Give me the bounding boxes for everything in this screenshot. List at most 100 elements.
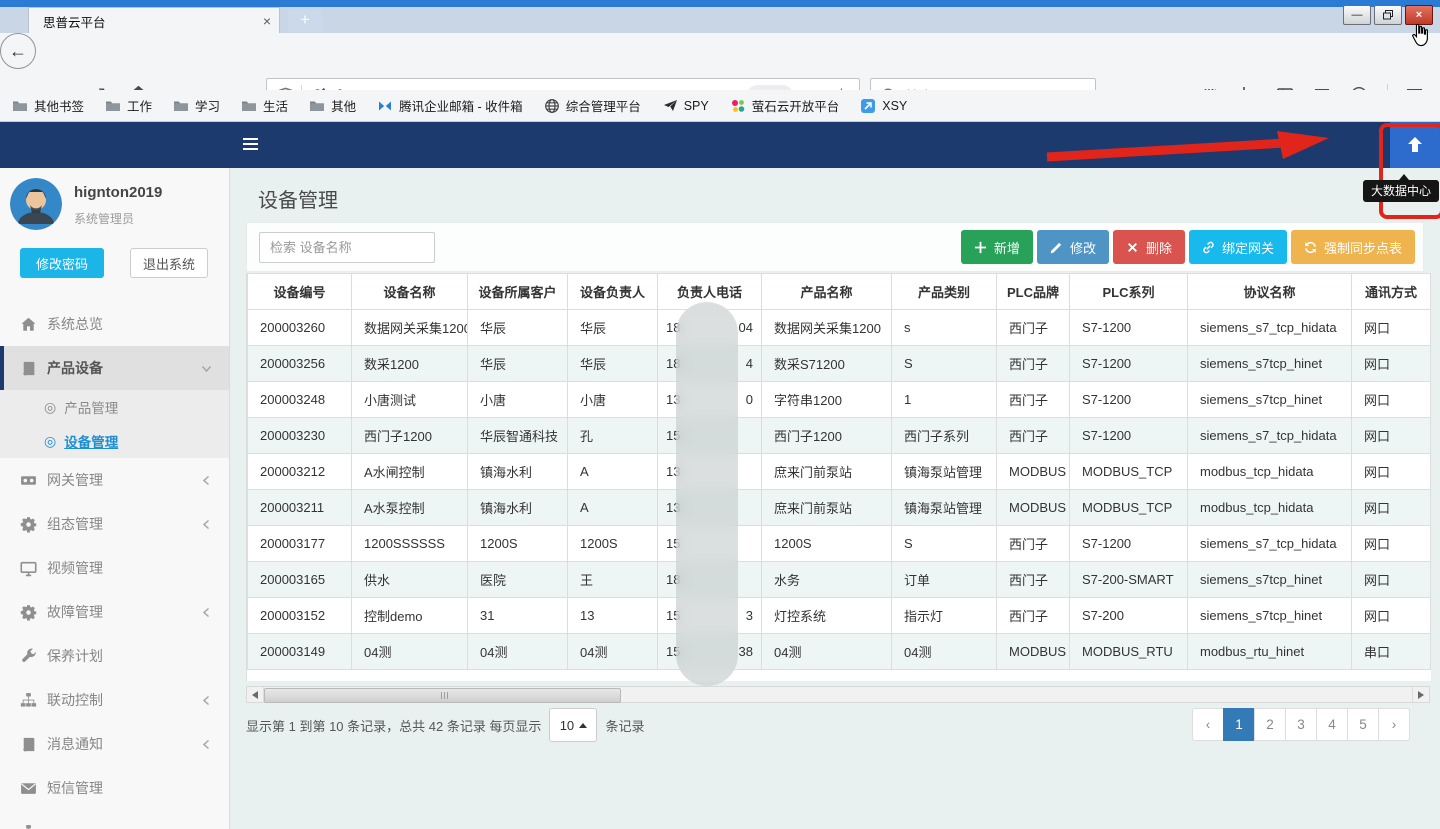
table-row[interactable]: 200003152控制demo3113153灯控系统指示灯西门子S7-200si…: [248, 598, 1431, 634]
page-button[interactable]: 1: [1223, 708, 1255, 741]
back-button[interactable]: ←: [0, 33, 36, 69]
bookmark-life[interactable]: 生活: [241, 96, 288, 115]
page-size-dropdown[interactable]: 10: [549, 708, 597, 742]
device-search-input[interactable]: [259, 232, 435, 263]
chevron-left-icon: [200, 694, 213, 707]
cell: 串口: [1352, 634, 1431, 670]
column-header[interactable]: 设备所属客户: [468, 274, 568, 310]
change-password-button[interactable]: 修改密码: [20, 248, 104, 278]
sidebar-item-product-device[interactable]: 产品设备: [0, 346, 229, 390]
browser-tab[interactable]: 思普云平台 ×: [28, 7, 280, 34]
column-header[interactable]: 产品类别: [892, 274, 997, 310]
new-tab-button[interactable]: +: [288, 10, 322, 32]
sidebar-item-message-notify[interactable]: 消息通知: [0, 722, 229, 766]
sidebar-item-video-management[interactable]: 视频管理: [0, 546, 229, 590]
folder-icon: [241, 98, 257, 114]
scrollbar-thumb[interactable]: [264, 688, 621, 703]
column-header[interactable]: 设备名称: [352, 274, 468, 310]
sidebar-item-linkage-control[interactable]: 联动控制: [0, 678, 229, 722]
column-header[interactable]: 设备编号: [248, 274, 352, 310]
table-row[interactable]: 200003256数采1200华辰华辰184数采S71200S西门子S7-120…: [248, 346, 1431, 382]
sidebar-item-product-management[interactable]: ◎产品管理: [0, 390, 229, 424]
button-label: 删除: [1146, 238, 1172, 257]
next-page-button[interactable]: ›: [1378, 708, 1410, 741]
bookmark-work[interactable]: 工作: [105, 96, 152, 115]
horizontal-scrollbar[interactable]: [246, 686, 1430, 703]
sidebar-item-maintenance-plan[interactable]: 保养计划: [0, 634, 229, 678]
table-row[interactable]: 200003211A水泵控制镇海水利A13庶来门前泵站镇海泵站管理MODBUSM…: [248, 490, 1431, 526]
cell: s: [892, 310, 997, 346]
sidebar-item-label: 组态管理: [47, 514, 103, 534]
cell: 网口: [1352, 418, 1431, 454]
cell: 网口: [1352, 382, 1431, 418]
prev-page-button[interactable]: ‹: [1192, 708, 1224, 741]
cell: 200003149: [248, 634, 352, 670]
table-row[interactable]: 200003260数据网关采集1200华辰华辰1804数据网关采集1200s西门…: [248, 310, 1431, 346]
logout-button[interactable]: 退出系统: [130, 248, 208, 278]
page-button[interactable]: 2: [1254, 708, 1286, 741]
bookmark-study[interactable]: 学习: [173, 96, 220, 115]
folder-icon: [309, 98, 325, 114]
user-avatar[interactable]: [10, 178, 62, 230]
bookmark-ezviz[interactable]: 萤石云开放平台: [730, 96, 840, 115]
page-button[interactable]: 5: [1347, 708, 1379, 741]
cell: 王: [568, 562, 658, 598]
column-header[interactable]: 设备负责人: [568, 274, 658, 310]
page-button[interactable]: 4: [1316, 708, 1348, 741]
cell: 网口: [1352, 598, 1431, 634]
table-row[interactable]: 20000314904测04测04测153804测04测MODBUSMODBUS…: [248, 634, 1431, 670]
scroll-left-arrow[interactable]: [247, 687, 264, 702]
bookmark-xsy[interactable]: XSY: [860, 98, 907, 114]
chevron-left-icon: [200, 518, 213, 531]
bookmark-spy[interactable]: SPY: [662, 98, 709, 114]
bookmark-misc[interactable]: 其他: [309, 96, 356, 115]
cell: A水泵控制: [352, 490, 468, 526]
plus-icon: [974, 241, 987, 254]
bookmark-mgmt-platform[interactable]: 综合管理平台: [544, 96, 641, 115]
cell: modbus_tcp_hidata: [1188, 454, 1352, 490]
page-button[interactable]: 3: [1285, 708, 1317, 741]
column-header[interactable]: 协议名称: [1188, 274, 1352, 310]
submenu: ◎产品管理◎设备管理: [0, 390, 229, 458]
table-row[interactable]: 200003212A水闸控制镇海水利A13庶来门前泵站镇海泵站管理MODBUSM…: [248, 454, 1431, 490]
cell: MODBUS_RTU: [1070, 634, 1188, 670]
sidebar-item-clipped[interactable]: [0, 810, 229, 829]
table-row[interactable]: 200003165供水医院王18水务订单西门子S7-200-SMARTsieme…: [248, 562, 1431, 598]
restore-icon: [1383, 10, 1393, 20]
sidebar-item-sms-management[interactable]: 短信管理: [0, 766, 229, 810]
bind-gateway-button[interactable]: 绑定网关: [1189, 230, 1287, 264]
bookmark-tencent-mail[interactable]: 腾讯企业邮箱 - 收件箱: [377, 96, 523, 115]
column-header[interactable]: PLC品牌: [997, 274, 1070, 310]
tab-close-icon[interactable]: ×: [255, 13, 279, 29]
action-buttons: 新增修改 删除 绑定网关强制同步点表: [961, 230, 1415, 264]
cell: 西门子系列: [892, 418, 997, 454]
column-header[interactable]: 通讯方式: [1352, 274, 1431, 310]
delete-button[interactable]: 删除: [1113, 230, 1185, 264]
button-label: 绑定网关: [1222, 238, 1274, 257]
edit-button[interactable]: 修改: [1037, 230, 1109, 264]
bookmark-label: 其他: [331, 96, 356, 115]
table-row[interactable]: 200003230西门子1200华辰智通科技孔15西门子1200西门子系列西门子…: [248, 418, 1431, 454]
minimize-button[interactable]: —: [1343, 5, 1371, 25]
cell: 镇海水利: [468, 454, 568, 490]
sidebar-item-system-overview[interactable]: 系统总览: [0, 302, 229, 346]
scroll-right-arrow[interactable]: [1412, 687, 1429, 702]
book-icon: [20, 736, 37, 753]
sidebar-item-label: 保养计划: [47, 646, 103, 666]
sidebar-item-device-management[interactable]: ◎设备管理: [0, 424, 229, 458]
table-row[interactable]: 2000031771200SSSSSS1200S1200S151200SS西门子…: [248, 526, 1431, 562]
add-button[interactable]: 新增: [961, 230, 1033, 264]
sidebar-item-gateway-management[interactable]: 网关管理: [0, 458, 229, 502]
sidebar-collapse-icon[interactable]: [243, 138, 258, 150]
maximize-button[interactable]: [1374, 5, 1402, 25]
sidebar-item-fault-management[interactable]: 故障管理: [0, 590, 229, 634]
column-header[interactable]: 产品名称: [762, 274, 892, 310]
bookmark-label: 工作: [127, 96, 152, 115]
table-row[interactable]: 200003248小唐测试小唐小唐130字符串12001西门子S7-1200si…: [248, 382, 1431, 418]
sidebar-item-scada-management[interactable]: 组态管理: [0, 502, 229, 546]
bookmark-other[interactable]: 其他书签: [12, 96, 84, 115]
column-header[interactable]: PLC系列: [1070, 274, 1188, 310]
circle-dot-icon: ◎: [44, 399, 56, 416]
cell: siemens_s7_tcp_hidata: [1188, 310, 1352, 346]
force-sync-button[interactable]: 强制同步点表: [1291, 230, 1415, 264]
